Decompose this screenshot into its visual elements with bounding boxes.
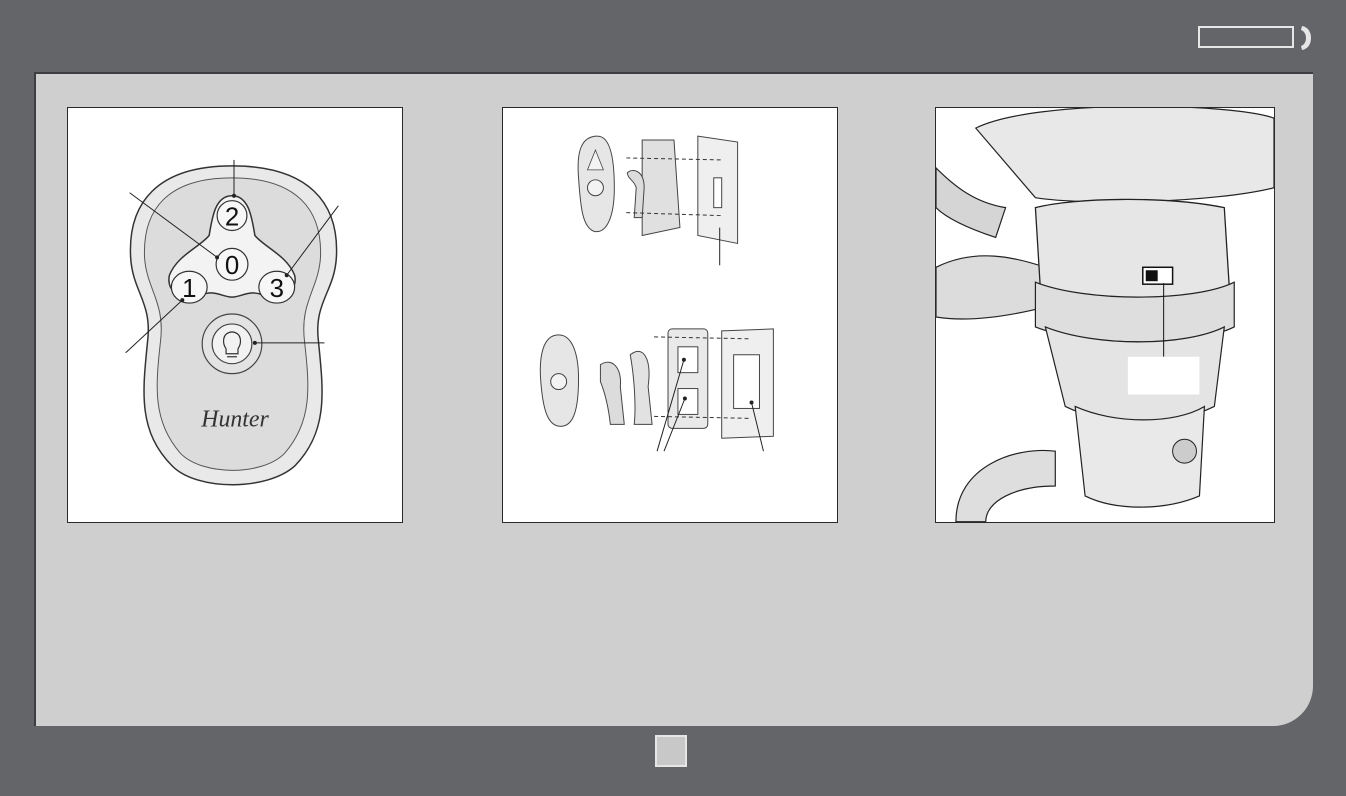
toggle-wall-plate xyxy=(577,135,739,266)
button-1-label: 1 xyxy=(182,275,196,303)
remote-figure: 2 0 1 3 Hunter xyxy=(67,107,403,523)
fan-switch-figure xyxy=(935,107,1275,523)
switch-label-box xyxy=(1127,356,1200,395)
header-badge xyxy=(1198,26,1294,48)
page-square xyxy=(655,735,687,767)
remote-illustration: 2 0 1 3 Hunter xyxy=(125,159,339,486)
slide-switch-icon xyxy=(1142,266,1174,285)
button-2-label: 2 xyxy=(225,204,239,232)
brand-logo: Hunter xyxy=(200,406,269,432)
phone-icon xyxy=(1301,26,1311,50)
button-3-label: 3 xyxy=(270,275,284,303)
fan-switch-illustration xyxy=(936,108,1274,522)
wall-mount-illustration xyxy=(539,135,774,452)
wall-mount-figure xyxy=(502,107,838,523)
button-0-label: 0 xyxy=(225,252,239,280)
rocker-wall-plate xyxy=(539,328,774,452)
